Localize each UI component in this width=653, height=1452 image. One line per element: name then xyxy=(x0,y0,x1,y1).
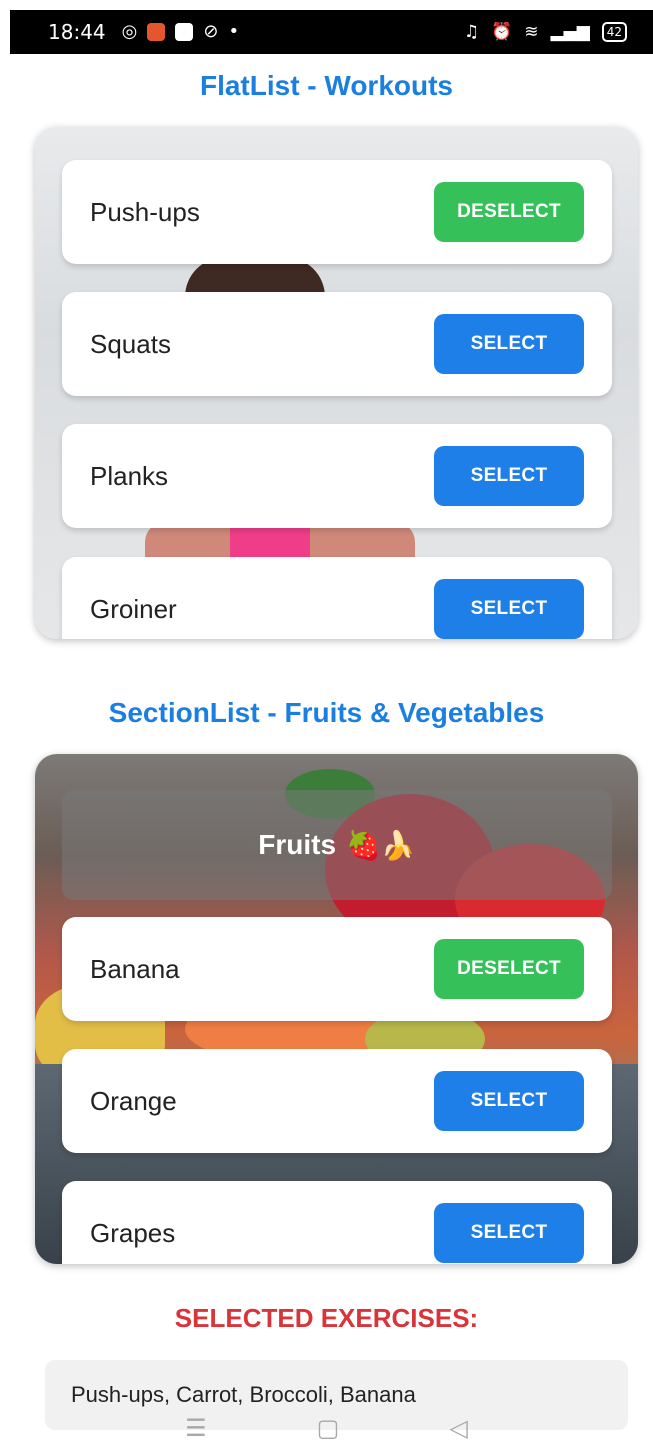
app-notification-icon xyxy=(147,23,166,41)
selected-exercises-title: SELECTED EXERCISES: xyxy=(174,1303,479,1333)
section-header-label: Fruits xyxy=(258,829,337,860)
dot-icon: • xyxy=(228,21,240,42)
fruit-label: Orange xyxy=(90,1085,177,1116)
workout-label: Push-ups xyxy=(90,196,200,227)
deselect-button[interactable]: DESELECT xyxy=(434,939,584,999)
workouts-list[interactable]: Push-ups DESELECT Squats SELECT Planks S… xyxy=(35,127,638,639)
fruit-label: Banana xyxy=(90,953,180,984)
select-button[interactable]: SELECT xyxy=(434,1071,584,1131)
status-time: 18:44 xyxy=(48,20,106,44)
status-notification-icons: ◎ ⊘ • xyxy=(122,23,239,41)
select-button[interactable]: SELECT xyxy=(434,579,584,639)
workout-item: Push-ups DESELECT xyxy=(62,160,612,264)
sectionlist-title: SectionList - Fruits & Vegetables xyxy=(108,697,545,728)
check-circle-icon: ⊘ xyxy=(203,21,219,42)
workout-label: Squats xyxy=(90,328,171,359)
battery-icon: 42 xyxy=(601,22,627,42)
workout-item: Groiner SELECT xyxy=(62,557,612,639)
alarm-icon: ⏰ xyxy=(491,22,513,42)
status-system-icons: ♫ ⏰ ≋ ▂▄▆ 42 xyxy=(464,22,627,42)
deselect-button[interactable]: DESELECT xyxy=(434,182,584,242)
fruit-item: Banana DESELECT xyxy=(62,917,612,1021)
fruits-vegetables-list[interactable]: Fruits 🍓🍌 Banana DESELECT Orange SELECT … xyxy=(35,754,638,1264)
wifi-icon: ≋ xyxy=(524,22,539,42)
fruit-item: Grapes SELECT xyxy=(62,1181,612,1264)
fruit-item: Orange SELECT xyxy=(62,1049,612,1153)
fruit-emoji-icon: 🍓🍌 xyxy=(346,829,416,861)
menu-nav-icon[interactable]: ☰ xyxy=(185,1414,207,1442)
instagram-icon: ◎ xyxy=(121,21,138,42)
select-button[interactable]: SELECT xyxy=(434,1203,584,1263)
section-header-fruits: Fruits 🍓🍌 xyxy=(62,790,612,900)
back-nav-icon[interactable]: ◁ xyxy=(449,1414,467,1442)
select-button[interactable]: SELECT xyxy=(434,446,584,506)
system-navigation-bar: ☰ ▢ ◁ xyxy=(0,1408,653,1448)
select-button[interactable]: SELECT xyxy=(434,314,584,374)
home-nav-icon[interactable]: ▢ xyxy=(317,1414,340,1442)
workout-label: Groiner xyxy=(90,593,177,624)
flatlist-title: FlatList - Workouts xyxy=(199,70,454,101)
workout-item: Planks SELECT xyxy=(62,424,612,528)
workout-label: Planks xyxy=(90,460,169,491)
workout-item: Squats SELECT xyxy=(62,292,612,396)
fruit-label: Grapes xyxy=(90,1217,176,1248)
gallery-icon xyxy=(175,23,194,41)
signal-icon: ▂▄▆ xyxy=(550,22,590,42)
status-bar: 18:44 ◎ ⊘ • ♫ ⏰ ≋ ▂▄▆ 42 xyxy=(10,10,653,54)
dnd-icon: ♫ xyxy=(463,22,480,42)
